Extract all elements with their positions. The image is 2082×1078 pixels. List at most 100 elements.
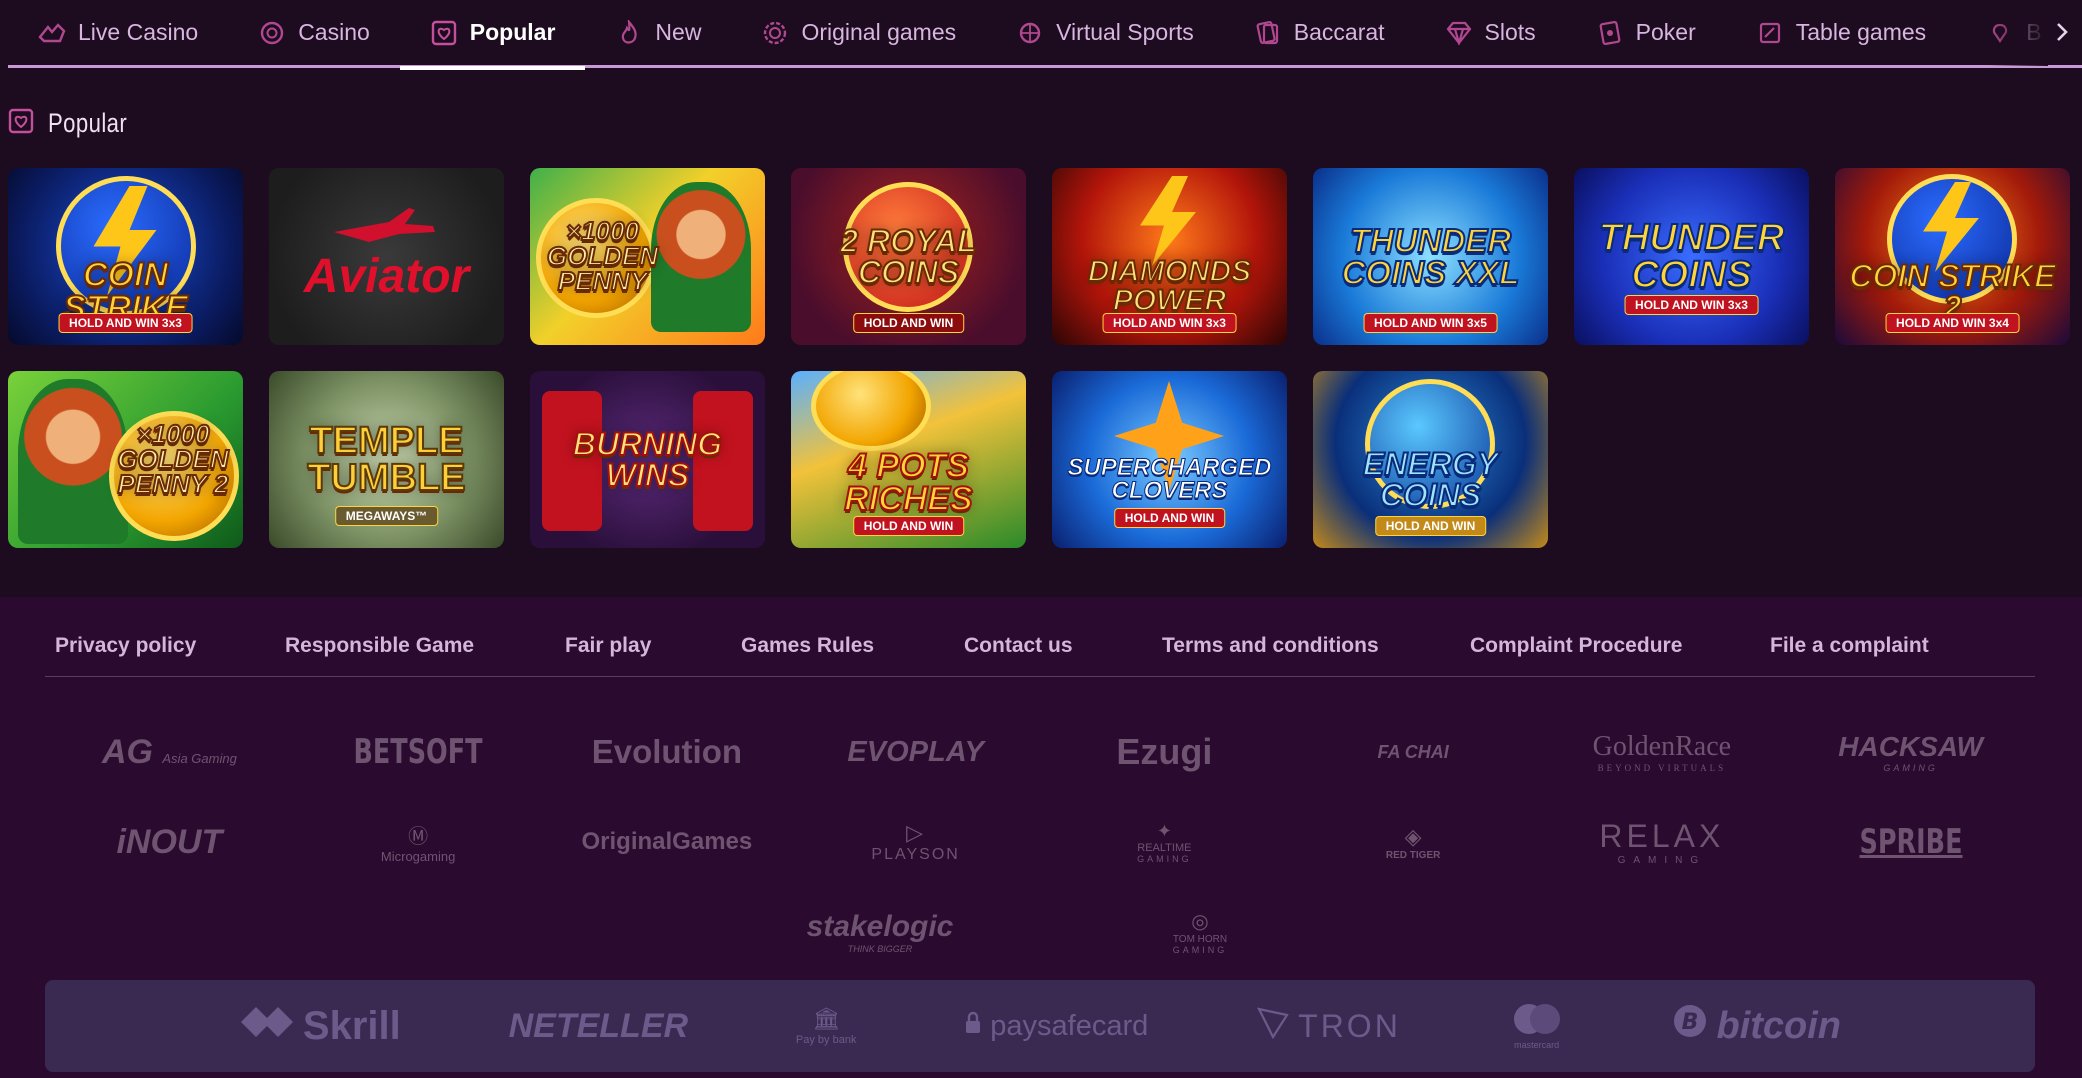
game-tile[interactable]: Coin Strike 2 HOLD AND WIN 3x4: [1835, 168, 2070, 345]
payment-neteller[interactable]: NETELLER: [509, 1007, 688, 1046]
footer-link-responsible[interactable]: Responsible Game: [275, 634, 555, 658]
game-tile[interactable]: ×1000 Golden Penny 2: [8, 371, 243, 548]
provider-logo-tom-horn[interactable]: ◎ TOM HORN GAMING: [1100, 909, 1300, 955]
original-games-icon: [761, 19, 789, 47]
provider-name: RED TIGER: [1385, 849, 1441, 861]
section-header: Popular: [8, 108, 145, 139]
provider-logo-red-tiger[interactable]: ◈ RED TIGER: [1313, 824, 1513, 861]
baccarat-cards-icon: [1254, 19, 1282, 47]
payment-pay-by-bank[interactable]: 🏛 Pay by bank: [796, 1006, 857, 1046]
payment-bitcoin[interactable]: B bitcoin: [1672, 1003, 1841, 1049]
provider-name: FA CHAI: [1377, 741, 1449, 762]
provider-logo-stakelogic[interactable]: stakelogic THINK BIGGER: [780, 910, 980, 954]
footer-link-terms[interactable]: Terms and conditions: [1152, 634, 1460, 658]
tab-virtual-sports[interactable]: Virtual Sports: [986, 0, 1224, 67]
tiger-icon: ◈: [1404, 823, 1422, 849]
poker-cards-icon: [1596, 19, 1624, 47]
game-tile[interactable]: Temple Tumble MEGAWAYS™: [269, 371, 504, 548]
payment-tron[interactable]: TRON: [1256, 1005, 1401, 1047]
casino-chip-icon: [258, 19, 286, 47]
footer-links: Privacy policy Responsible Game Fair pla…: [45, 615, 2035, 677]
provider-logo-goldenrace[interactable]: GoldenRace BEYOND VIRTUALS: [1562, 731, 1762, 773]
payment-name: bitcoin: [1716, 1004, 1842, 1047]
provider-name: GoldenRace: [1592, 731, 1732, 762]
tab-label: Table games: [1795, 19, 1927, 45]
game-subtitle: MEGAWAYS™: [334, 506, 439, 526]
game-tile[interactable]: 2 Royal Coins HOLD AND WIN: [791, 168, 1026, 345]
footer-link-file-complaint[interactable]: File a complaint: [1760, 634, 1980, 658]
provider-tag: GAMING: [1137, 853, 1192, 864]
game-title: ×1000 Golden Penny: [546, 216, 659, 296]
provider-name: PLAYSON: [871, 846, 960, 863]
payment-skrill[interactable]: Skrill: [239, 1004, 401, 1049]
tab-slots[interactable]: Slots: [1415, 0, 1566, 67]
game-subtitle: HOLD AND WIN 3x5: [1363, 313, 1498, 333]
footer-link-complaint-procedure[interactable]: Complaint Procedure: [1460, 634, 1760, 658]
game-tile[interactable]: Supercharged Clovers HOLD AND WIN: [1052, 371, 1287, 548]
provider-logo-evoplay[interactable]: EVOPLAY: [816, 736, 1016, 769]
game-tile[interactable]: Aviator: [269, 168, 504, 345]
footer-link-contact[interactable]: Contact us: [954, 634, 1152, 658]
skrill-icon: [239, 1004, 295, 1049]
game-title: ×1000 Golden Penny 2: [116, 419, 229, 499]
game-subtitle: HOLD AND WIN 3x3: [58, 313, 193, 333]
game-tile[interactable]: Thunder Coins XXL HOLD AND WIN 3x5: [1313, 168, 1548, 345]
provider-logo-realtime[interactable]: ✦ REALTIME GAMING: [1064, 821, 1264, 864]
provider-name: EVOPLAY: [847, 735, 984, 768]
tab-poker[interactable]: Poker: [1566, 0, 1726, 67]
virtual-sports-icon: [1016, 19, 1044, 47]
game-title: Thunder Coins: [1598, 217, 1786, 296]
provider-logo-spribe[interactable]: SPRIBE: [1836, 822, 1986, 862]
mastercard-icon: [1509, 1002, 1565, 1038]
provider-logo-fa-chai[interactable]: FA CHAI: [1313, 742, 1513, 763]
game-tile[interactable]: Thunder Coins HOLD AND WIN 3x3: [1574, 168, 1809, 345]
tab-casino[interactable]: Casino: [228, 0, 400, 67]
game-grid: Coin Strike HOLD AND WIN 3x3 Aviator ×10…: [8, 168, 2070, 548]
table-games-icon: [1756, 19, 1784, 47]
provider-logo-asia-gaming[interactable]: AG Asia Gaming: [69, 733, 269, 772]
footer-link-privacy[interactable]: Privacy policy: [45, 634, 275, 658]
provider-logo-evolution[interactable]: Evolution: [567, 733, 767, 771]
game-tile[interactable]: ×1000 Golden Penny: [530, 168, 765, 345]
footer-link-fair-play[interactable]: Fair play: [555, 634, 731, 658]
provider-name: BETSOFT: [353, 732, 483, 772]
provider-name: Ezugi: [1116, 731, 1213, 772]
tab-new[interactable]: New: [585, 0, 731, 67]
tab-table-games[interactable]: Table games: [1726, 0, 1956, 67]
flame-icon: [615, 19, 643, 47]
game-tile[interactable]: Coin Strike HOLD AND WIN 3x3: [8, 168, 243, 345]
tab-baccarat[interactable]: Baccarat: [1224, 0, 1415, 67]
tab-popular[interactable]: Popular: [399, 0, 586, 70]
tab-original-games[interactable]: Original games: [731, 0, 986, 67]
provider-name: TOM HORN: [1172, 934, 1228, 945]
provider-name: RELAX: [1599, 818, 1725, 854]
game-tile[interactable]: Diamonds Power HOLD AND WIN 3x3: [1052, 168, 1287, 345]
payment-mastercard[interactable]: mastercard: [1509, 1002, 1565, 1050]
game-tile[interactable]: Burning Wins: [530, 371, 765, 548]
tron-icon: [1256, 1005, 1290, 1047]
game-subtitle: HOLD AND WIN 3x3: [1102, 313, 1237, 333]
provider-logo-hacksaw[interactable]: HACKSAW GAMING: [1811, 731, 2011, 773]
footer-link-games-rules[interactable]: Games Rules: [731, 634, 954, 658]
provider-tag: GAMING: [1172, 945, 1228, 955]
game-tile[interactable]: Energy Coins HOLD AND WIN: [1313, 371, 1548, 548]
payment-paysafecard[interactable]: paysafecard: [964, 1010, 1148, 1043]
provider-tag: THINK BIGGER: [847, 944, 913, 954]
provider-logo-relax[interactable]: RELAX GAMING: [1562, 818, 1762, 866]
tab-live-casino[interactable]: Live Casino: [8, 0, 228, 67]
game-tile[interactable]: 4 Pots Riches HOLD AND WIN: [791, 371, 1026, 548]
provider-logo-originalgames[interactable]: OriginalGames: [567, 828, 767, 856]
nav-next-button[interactable]: [2048, 20, 2076, 48]
provider-logo-microgaming[interactable]: Ⓜ Microgaming: [318, 820, 518, 864]
game-title: Diamonds Power: [1087, 255, 1252, 317]
provider-logo-betsoft[interactable]: BETSOFT: [343, 732, 493, 772]
tab-label: Baccarat: [1293, 19, 1385, 45]
provider-row: iNOUT Ⓜ Microgaming OriginalGames ▷ PLAYSO…: [45, 797, 2035, 887]
provider-logo-inout[interactable]: iNOUT: [69, 823, 269, 862]
category-nav: Live Casino Casino Popular New Original …: [8, 0, 2082, 70]
live-casino-icon: [38, 19, 66, 47]
provider-logo-ezugi[interactable]: Ezugi: [1064, 731, 1264, 773]
popular-heart-icon: [8, 108, 34, 139]
provider-name: Evolution: [591, 733, 743, 770]
provider-logo-playson[interactable]: ▷ PLAYSON: [816, 820, 1016, 864]
